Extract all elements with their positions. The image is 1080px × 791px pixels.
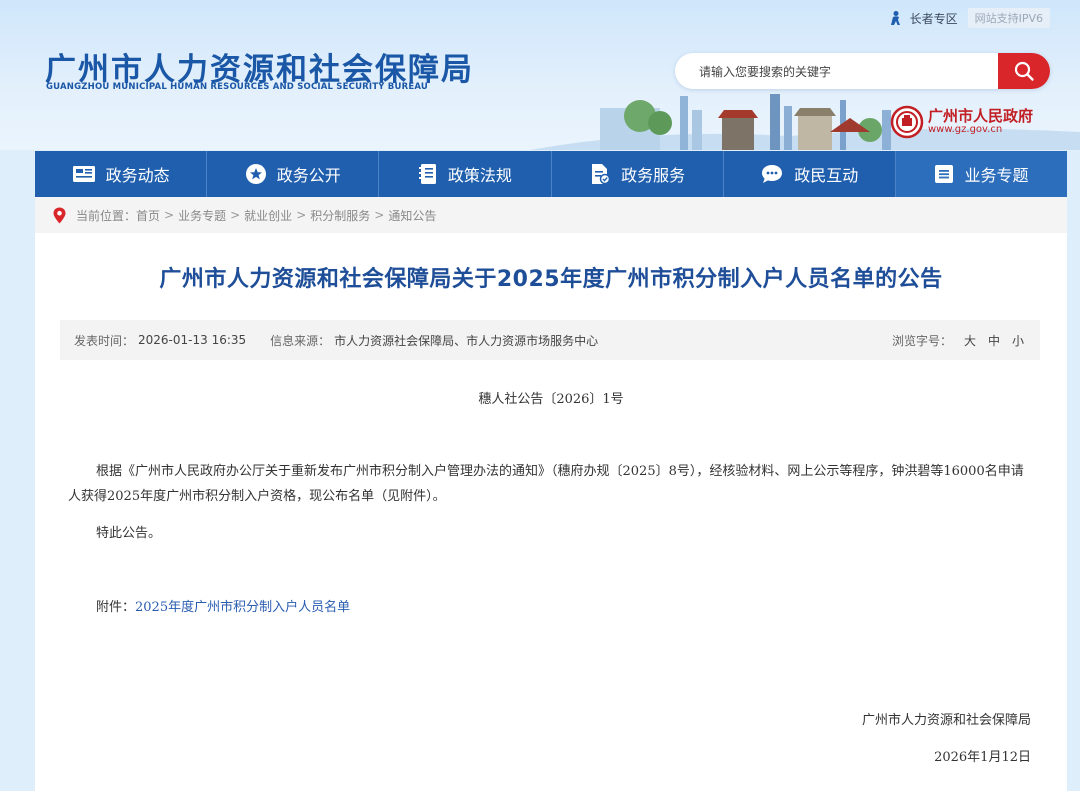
nav-item-news[interactable]: 政务动态 xyxy=(35,151,208,197)
document-number: 穗人社公告〔2026〕1号 xyxy=(478,392,624,407)
search-icon xyxy=(1014,61,1034,81)
nav-label: 政民互动 xyxy=(794,166,859,185)
publish-date: 2026-01-13 16:35 xyxy=(138,333,247,347)
article-paragraph: 根据《广州市人民政府办公厅关于重新发布广州市积分制入户管理办法的通知》（穗府办规… xyxy=(68,464,1024,504)
font-size-small-button[interactable]: 小 xyxy=(1012,332,1024,349)
chat-icon xyxy=(762,165,783,183)
book-icon xyxy=(418,164,436,184)
breadcrumb-item-topics[interactable]: 业务专题 xyxy=(178,207,226,224)
nav-item-topics[interactable]: 业务专题 xyxy=(895,151,1068,197)
article-container: 广州市人力资源和社会保障局关于2025年度广州市积分制入户人员名单的公告 发表时… xyxy=(35,233,1067,791)
breadcrumb-separator: > xyxy=(230,208,241,222)
breadcrumb-separator: > xyxy=(164,208,175,222)
ipv6-badge: 网站支持IPV6 xyxy=(967,8,1050,28)
star-circle-icon xyxy=(245,164,266,184)
list-icon xyxy=(935,165,954,183)
site-header: 长者专区 网站支持IPV6 广州市人力资源和社会保障局 GUANGZHOU MU… xyxy=(0,0,1080,150)
site-subtitle: GUANGZHOU MUNICIPAL HUMAN RESOURCES AND … xyxy=(46,82,428,92)
source-value: 市人力资源社会保障局、市人力资源市场服务中心 xyxy=(334,333,599,348)
search-button[interactable] xyxy=(998,53,1050,89)
source-label: 信息来源： xyxy=(270,333,331,348)
elder-zone-link[interactable]: 长者专区 xyxy=(888,10,958,27)
publish-date-label: 发表时间： xyxy=(74,333,135,348)
breadcrumb-item-notices[interactable]: 通知公告 xyxy=(388,207,436,224)
font-size-switcher: 浏览字号： 大 中 小 xyxy=(892,332,1024,349)
breadcrumb: 当前位置： 首页 > 业务专题 > 就业创业 > 积分制服务 > 通知公告 xyxy=(35,197,1067,233)
location-pin-icon xyxy=(53,207,66,223)
nav-item-disclosure[interactable]: 政务公开 xyxy=(207,151,380,197)
nav-label: 政策法规 xyxy=(447,166,512,185)
newspaper-icon xyxy=(72,166,95,182)
article-meta-bar: 发表时间： 2026-01-13 16:35 信息来源： 市人力资源社会保障局、… xyxy=(60,320,1040,360)
article-title: 广州市人力资源和社会保障局关于2025年度广州市积分制入户人员名单的公告 xyxy=(159,267,943,292)
font-size-label: 浏览字号： xyxy=(891,333,952,348)
elder-zone-label: 长者专区 xyxy=(909,11,958,26)
gov-emblem-icon xyxy=(890,105,924,139)
attachment-label: 附件： xyxy=(96,600,136,615)
sign-date: 2026年1月12日 xyxy=(934,750,1031,765)
nav-label: 政务动态 xyxy=(105,166,170,185)
article-paragraph: 特此公告。 xyxy=(96,526,162,541)
elder-person-icon xyxy=(890,11,900,25)
nav-label: 政务服务 xyxy=(621,166,686,185)
nav-item-interaction[interactable]: 政民互动 xyxy=(724,151,896,197)
attachment-link[interactable]: 2025年度广州市积分制入户人员名单 xyxy=(135,600,350,615)
nav-label: 业务专题 xyxy=(964,166,1029,185)
document-icon xyxy=(592,164,611,185)
breadcrumb-label: 当前位置： xyxy=(76,208,137,223)
gov-portal-link[interactable]: 广州市人民政府 www.gz.gov.cn xyxy=(890,105,1033,139)
breadcrumb-item-employment[interactable]: 就业创业 xyxy=(244,207,292,224)
breadcrumb-item-home[interactable]: 首页 xyxy=(136,207,160,224)
signature: 广州市人力资源和社会保障局 xyxy=(861,713,1031,728)
nav-item-policy[interactable]: 政策法规 xyxy=(379,151,552,197)
top-bar: 长者专区 网站支持IPV6 xyxy=(888,8,1050,28)
gov-url: www.gz.gov.cn xyxy=(928,124,1003,135)
font-size-medium-button[interactable]: 中 xyxy=(988,332,1000,349)
gov-name: 广州市人民政府 xyxy=(928,107,1034,125)
breadcrumb-item-points-service[interactable]: 积分制服务 xyxy=(310,207,370,224)
main-nav: 政务动态 政务公开 政策法规 政务服务 政民互动 业务专题 xyxy=(35,151,1068,197)
font-size-large-button[interactable]: 大 xyxy=(964,332,976,349)
search-box xyxy=(675,53,1050,91)
nav-item-service[interactable]: 政务服务 xyxy=(552,151,724,197)
attachment-line: 附件：2025年度广州市积分制入户人员名单 xyxy=(68,595,1034,620)
search-input[interactable] xyxy=(697,53,1001,91)
nav-label: 政务公开 xyxy=(276,166,341,185)
breadcrumb-separator: > xyxy=(374,208,385,222)
breadcrumb-separator: > xyxy=(296,208,307,222)
